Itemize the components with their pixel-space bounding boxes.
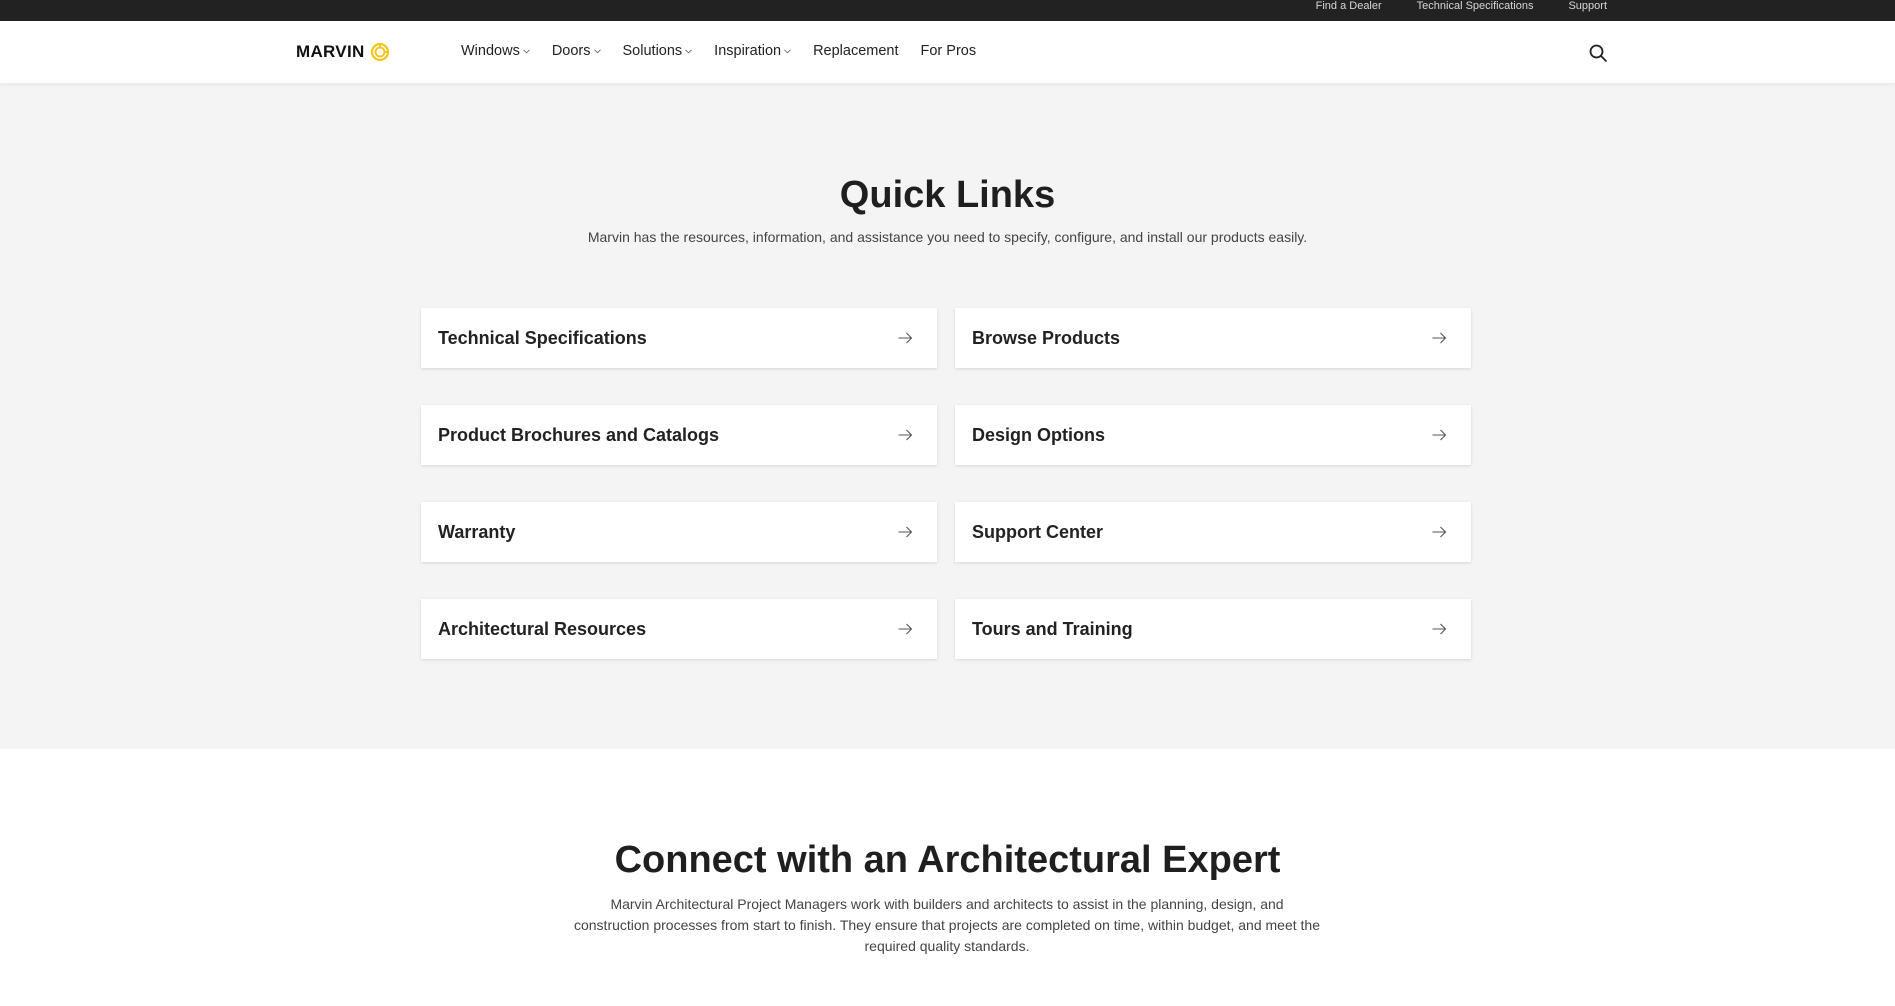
chevron-down-icon <box>685 48 692 53</box>
arrow-right-icon <box>898 429 913 441</box>
nav-item-solutions[interactable]: Solutions <box>623 43 693 59</box>
logo-mark-icon <box>370 42 389 62</box>
quick-link-design-options[interactable]: Design Options <box>955 405 1471 465</box>
logo[interactable]: MARVIN <box>296 42 390 62</box>
main-nav: MARVIN Windows Doors Solutions Inspirati… <box>0 21 1895 84</box>
connect-title: Connect with an Architectural Expert <box>614 839 1281 881</box>
logo-text: MARVIN <box>296 42 365 61</box>
arrow-right-icon <box>898 526 913 538</box>
arrow-right-icon <box>898 623 913 635</box>
quick-links-title: Quick Links <box>839 174 1056 216</box>
nav-item-doors[interactable]: Doors <box>552 43 601 59</box>
quick-link-product-brochures[interactable]: Product Brochures and Catalogs <box>421 405 937 465</box>
quick-link-architectural-resources[interactable]: Architectural Resources <box>421 599 937 659</box>
primary-nav: Windows Doors Solutions Inspiration Repl… <box>461 43 976 59</box>
nav-item-label: Replacement <box>813 43 899 59</box>
nav-item-windows[interactable]: Windows <box>461 43 530 59</box>
quick-link-tours-and-training[interactable]: Tours and Training <box>955 599 1471 659</box>
quick-link-browse-products[interactable]: Browse Products <box>955 308 1471 368</box>
utility-link-technical-specifications[interactable]: Technical Specifications <box>1417 1 1534 12</box>
nav-item-label: For Pros <box>920 43 977 59</box>
search-icon[interactable] <box>1588 43 1608 63</box>
connect-section: Connect with an Architectural Expert Mar… <box>0 749 1895 987</box>
nav-item-label: Inspiration <box>714 43 782 59</box>
quick-link-label: Architectural Resources <box>438 618 647 639</box>
quick-links-subtitle: Marvin has the resources, information, a… <box>587 229 1308 245</box>
quick-link-label: Browse Products <box>972 327 1121 348</box>
chevron-down-icon <box>784 48 791 53</box>
quick-link-label: Design Options <box>972 424 1106 445</box>
chevron-down-icon <box>593 48 601 53</box>
chevron-down-icon <box>523 48 530 53</box>
nav-item-label: Windows <box>461 43 520 59</box>
quick-link-label: Technical Specifications <box>438 327 647 348</box>
arrow-right-icon <box>1432 332 1447 344</box>
quick-links-grid: Technical Specifications Browse Products… <box>421 308 1471 659</box>
nav-item-for-pros[interactable]: For Pros <box>921 43 977 59</box>
utility-link-find-a-dealer[interactable]: Find a Dealer <box>1316 1 1382 12</box>
utility-bar: Find a Dealer Technical Specifications S… <box>0 0 1895 21</box>
quick-link-label: Warranty <box>438 521 516 542</box>
nav-item-label: Doors <box>551 43 591 59</box>
quick-links-section: Quick Links Marvin has the resources, in… <box>0 84 1895 749</box>
quick-link-label: Tours and Training <box>972 618 1133 639</box>
arrow-right-icon <box>1432 623 1447 635</box>
quick-link-label: Support Center <box>972 521 1104 542</box>
nav-item-replacement[interactable]: Replacement <box>813 43 898 59</box>
utility-link-support[interactable]: Support <box>1568 1 1607 12</box>
quick-link-label: Product Brochures and Catalogs <box>438 424 720 445</box>
quick-link-warranty[interactable]: Warranty <box>421 502 937 562</box>
nav-item-inspiration[interactable]: Inspiration <box>714 43 791 59</box>
arrow-right-icon <box>1432 429 1447 441</box>
nav-item-label: Solutions <box>622 43 683 59</box>
connect-body: Marvin Architectural Project Managers wo… <box>573 896 1320 954</box>
quick-link-technical-specifications[interactable]: Technical Specifications <box>421 308 937 368</box>
arrow-right-icon <box>1432 526 1447 538</box>
arrow-right-icon <box>898 332 913 344</box>
quick-link-support-center[interactable]: Support Center <box>955 502 1471 562</box>
